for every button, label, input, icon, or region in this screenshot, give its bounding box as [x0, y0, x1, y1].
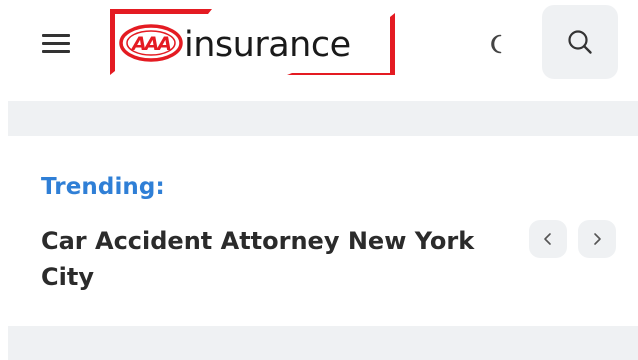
trending-prev-button[interactable] [529, 220, 567, 258]
menu-line [42, 34, 70, 37]
logo-mark: AAA [130, 33, 171, 55]
logo-wordmark: insurance [184, 25, 351, 65]
site-header: AAA insurance [0, 0, 638, 88]
moon-icon [491, 34, 502, 54]
content-placeholder-band [8, 326, 638, 360]
chevron-left-icon [544, 233, 551, 245]
menu-line [42, 50, 70, 53]
trending-next-button[interactable] [578, 220, 616, 258]
search-icon [568, 30, 592, 54]
chevron-right-icon [594, 233, 601, 245]
search-button[interactable] [542, 5, 618, 79]
hamburger-menu-icon[interactable] [38, 27, 74, 59]
site-logo[interactable]: AAA insurance [104, 9, 396, 75]
ad-placeholder-band [8, 101, 638, 136]
theme-toggle-button[interactable] [478, 25, 516, 63]
menu-line [42, 42, 70, 45]
trending-label: Trending: [41, 174, 165, 200]
page: AAA insurance Trending: Car Accident Att… [0, 0, 638, 360]
trending-article-link[interactable]: Car Accident Attorney New York City [41, 223, 511, 295]
